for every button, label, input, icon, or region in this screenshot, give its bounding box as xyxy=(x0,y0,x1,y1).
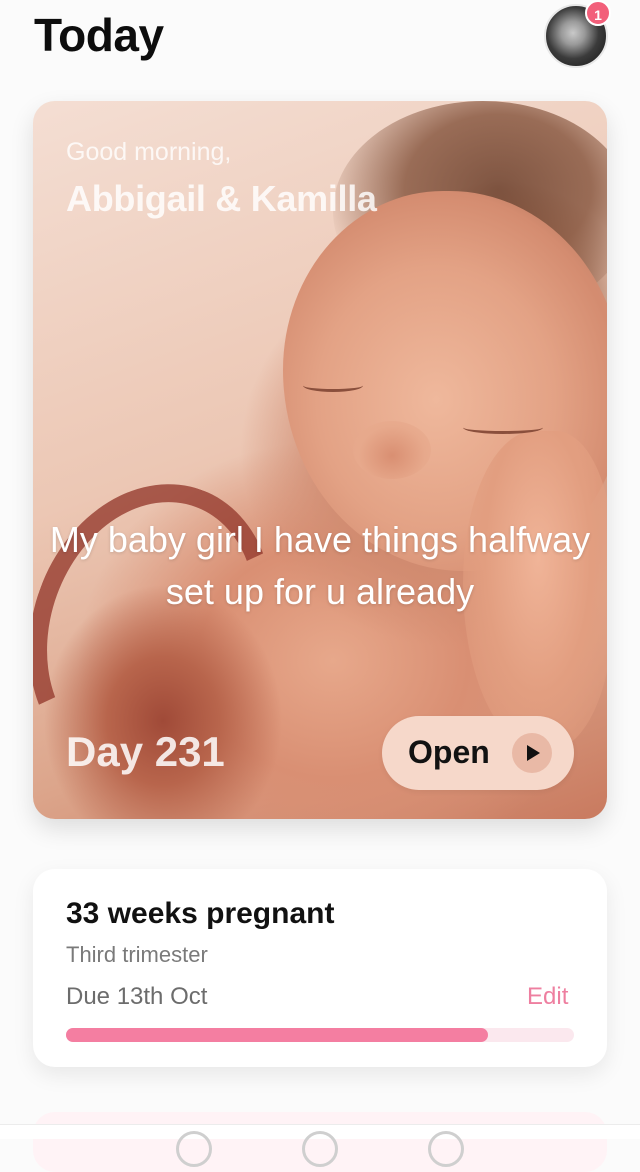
play-icon xyxy=(512,733,552,773)
trimester-label: Third trimester xyxy=(66,942,208,967)
nav-tab-icon[interactable] xyxy=(302,1131,338,1167)
nav-tab-icon[interactable] xyxy=(176,1131,212,1167)
page-title: Today xyxy=(34,9,164,61)
story-caption: My baby girl I have things halfway set u… xyxy=(49,519,591,612)
open-button[interactable]: Open xyxy=(382,716,574,790)
pregnancy-progress-bar xyxy=(66,1028,574,1042)
greeting-text: Good morning, xyxy=(66,138,232,166)
bottom-nav xyxy=(0,1124,640,1167)
notification-badge: 1 xyxy=(585,0,611,26)
user-names: Abbigail & Kamilla xyxy=(66,178,377,219)
pregnancy-progress-fill xyxy=(66,1028,488,1042)
nav-tab-icon[interactable] xyxy=(428,1131,464,1167)
open-button-label: Open xyxy=(408,734,490,770)
weeks-pregnant: 33 weeks pregnant xyxy=(66,897,335,930)
due-date: Due 13th Oct xyxy=(66,983,208,1010)
edit-due-date-link[interactable]: Edit xyxy=(527,983,568,1011)
baby-image-eye xyxy=(303,379,363,392)
day-counter: Day 231 xyxy=(66,728,225,775)
baby-image-eye xyxy=(463,421,543,434)
baby-image-nose xyxy=(353,421,431,479)
